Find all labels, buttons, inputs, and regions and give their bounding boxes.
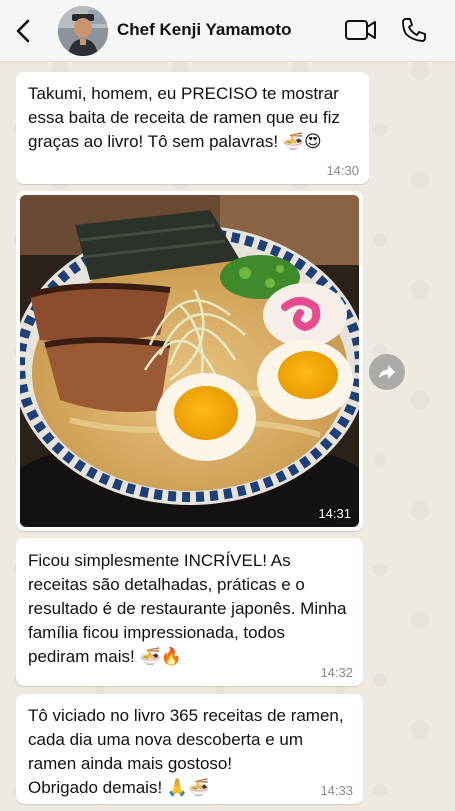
video-call-button[interactable] (344, 17, 378, 43)
ramen-photo[interactable]: 14:31 (20, 195, 359, 527)
chef-portrait-image (58, 6, 108, 56)
message-bubble[interactable]: Ficou simplesmente INCRÍVEL! As receitas… (16, 538, 363, 686)
back-button[interactable] (12, 17, 34, 45)
chat-header: Chef Kenji Yamamoto (0, 0, 455, 62)
image-timestamp: 14:31 (318, 506, 351, 521)
chevron-left-icon (16, 19, 30, 43)
forward-arrow-icon (379, 365, 395, 379)
phone-icon (402, 18, 426, 42)
message-timestamp: 14:33 (320, 783, 353, 798)
message-timestamp: 14:32 (320, 665, 353, 680)
message-text: Tô viciado no livro 365 receitas de rame… (28, 706, 344, 797)
video-camera-icon (345, 20, 376, 40)
contact-name[interactable]: Chef Kenji Yamamoto (117, 20, 291, 40)
message-bubble[interactable]: Takumi, homem, eu PRECISO te mostrar ess… (16, 72, 369, 184)
ramen-bowl-image (20, 195, 359, 527)
message-bubble[interactable]: Tô viciado no livro 365 receitas de rame… (16, 694, 363, 804)
avatar[interactable] (58, 6, 108, 56)
image-message-bubble[interactable]: 14:31 (16, 191, 363, 531)
message-text: Takumi, homem, eu PRECISO te mostrar ess… (28, 84, 340, 151)
message-timestamp: 14:30 (326, 163, 359, 178)
message-text: Ficou simplesmente INCRÍVEL! As receitas… (28, 551, 347, 666)
voice-call-button[interactable] (400, 16, 428, 44)
forward-button[interactable] (369, 354, 405, 390)
